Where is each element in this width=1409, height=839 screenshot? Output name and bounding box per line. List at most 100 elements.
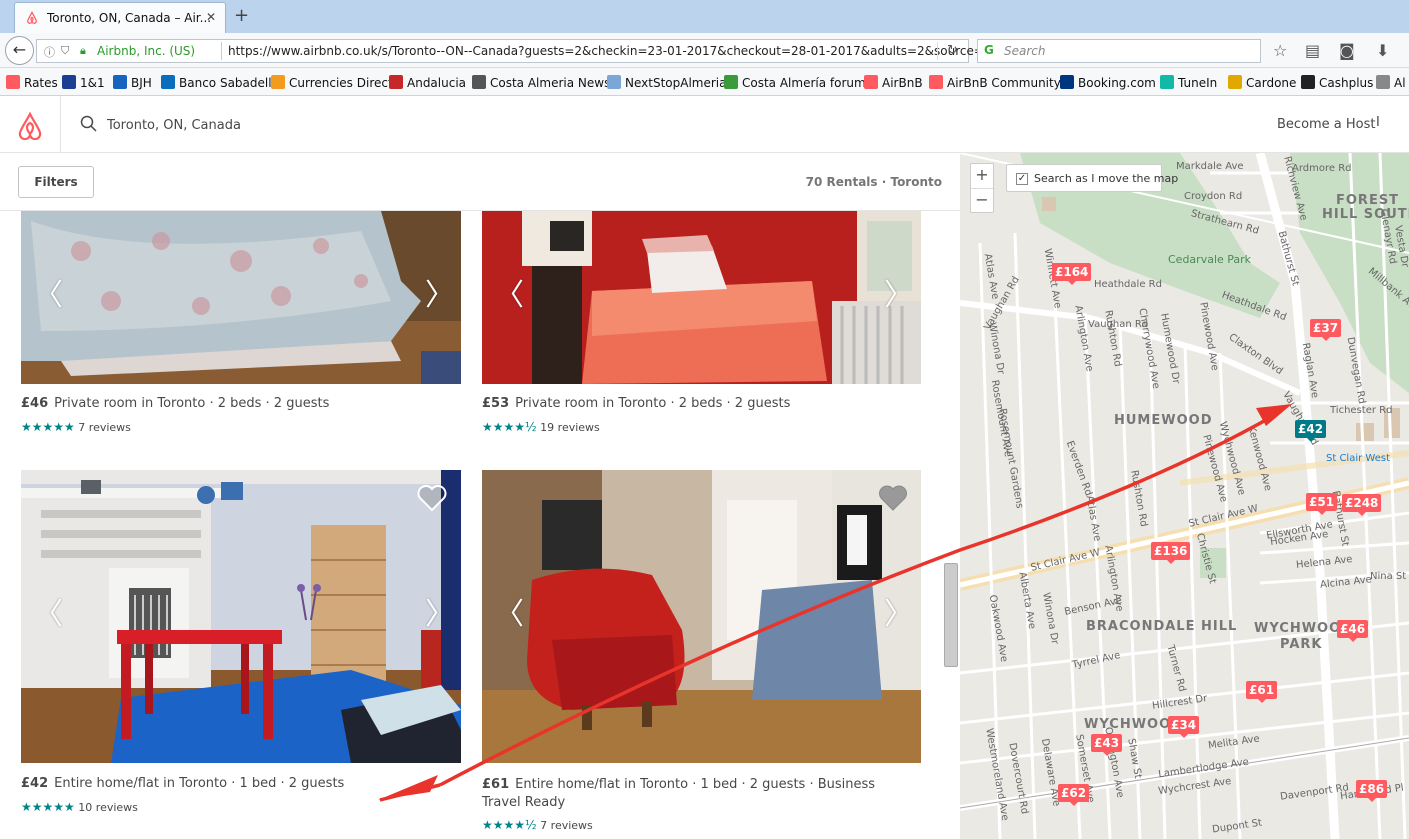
bookmark-star-icon[interactable]: ☆ xyxy=(1273,41,1287,60)
lock-icon[interactable]: 🔒︎ xyxy=(80,44,86,58)
review-count: 19 reviews xyxy=(540,421,600,434)
back-button[interactable]: ← xyxy=(5,36,34,65)
url-bar[interactable]: ⓘ ⛉ 🔒︎ Airbnb, Inc. (US) https://www.air… xyxy=(36,39,1031,63)
bookmark-favicon-icon xyxy=(1060,75,1074,89)
search-as-move-option[interactable]: ✓ Search as I move the map xyxy=(1006,164,1178,192)
next-photo-icon[interactable]: 〉 xyxy=(884,281,914,311)
bookmark-label: Andalucia xyxy=(407,76,467,90)
bookmark-label: Booking.com xyxy=(1078,76,1156,90)
price-pin[interactable]: £164 xyxy=(1052,263,1092,285)
bookmark-favicon-icon xyxy=(1376,75,1390,89)
bookmark-item[interactable]: Cashplus xyxy=(1301,75,1373,90)
star-rating-icon: ★★★★★ xyxy=(21,420,75,434)
road-label: Tichester Rd xyxy=(1330,405,1393,416)
price-pin[interactable]: £248 xyxy=(1342,494,1382,516)
area-label: BRACONDALE HILL xyxy=(1086,619,1238,634)
prev-photo-icon[interactable]: 〈 xyxy=(494,600,524,630)
listing-title[interactable]: £46 Private room in Toronto · 2 beds · 2 … xyxy=(21,396,329,411)
bookmark-favicon-icon xyxy=(472,75,486,89)
scrollbar-thumb[interactable] xyxy=(944,563,958,667)
bookmark-label: Costa Almería forum xyxy=(742,76,866,90)
bookmark-favicon-icon xyxy=(113,75,127,89)
bookmark-label: Cardone xyxy=(1246,76,1297,90)
next-photo-icon[interactable]: 〉 xyxy=(425,600,455,630)
bookmark-item[interactable]: 1&1 xyxy=(62,75,105,90)
location-search-input[interactable]: Toronto, ON, Canada xyxy=(107,118,241,133)
browser-search-box[interactable]: G Search xyxy=(977,39,1261,63)
bookmark-favicon-icon xyxy=(271,75,285,89)
price-pin[interactable]: £62 xyxy=(1058,784,1090,806)
bookmark-item[interactable]: Banco Sabadell xyxy=(161,75,272,90)
bookmark-item[interactable]: BJH xyxy=(113,75,152,90)
airbnb-logo-icon[interactable] xyxy=(17,111,43,144)
bookmark-item[interactable]: TuneIn xyxy=(1160,75,1217,90)
bookmark-item[interactable]: Currencies Direct xyxy=(271,75,393,90)
bookmark-item[interactable]: NextStopAlmeria xyxy=(607,75,726,90)
price-pin[interactable]: £46 xyxy=(1337,620,1369,642)
prev-photo-icon[interactable]: 〈 xyxy=(33,281,63,311)
listing-title[interactable]: £53 Private room in Toronto · 2 beds · 2 … xyxy=(482,396,790,411)
bookmark-favicon-icon xyxy=(929,75,943,89)
search-icon[interactable] xyxy=(80,115,98,137)
bookmark-favicon-icon xyxy=(724,75,738,89)
prev-photo-icon[interactable]: 〈 xyxy=(494,281,524,311)
price-pin[interactable]: £86 xyxy=(1356,780,1388,802)
bookmark-item[interactable]: AirBnB xyxy=(864,75,923,90)
filters-button[interactable]: Filters xyxy=(18,166,94,198)
pocket-icon[interactable]: ◙ xyxy=(1339,41,1355,60)
listing-photo[interactable]: 〈 〉 xyxy=(21,470,461,763)
bookmark-item[interactable]: Booking.com xyxy=(1060,75,1156,90)
listing-title[interactable]: £61 Entire home/flat in Toronto · 1 bed ·… xyxy=(482,776,902,812)
bookmark-item[interactable]: Al xyxy=(1376,75,1406,90)
price-pin[interactable]: £43 xyxy=(1091,734,1123,756)
price-pin[interactable]: £136 xyxy=(1151,542,1191,564)
next-photo-icon[interactable]: 〉 xyxy=(884,600,914,630)
bookmark-item[interactable]: Costa Almería forum xyxy=(724,75,866,90)
listing-rating: ★★★★½ 19 reviews xyxy=(482,420,600,434)
area-label: HUMEWOOD xyxy=(1114,413,1213,428)
price-pin-selected[interactable]: £42 xyxy=(1295,420,1327,442)
listing-photo[interactable]: 〈 〉 xyxy=(21,211,461,384)
bookmark-item[interactable]: Costa Almeria News xyxy=(472,75,610,90)
info-icon[interactable]: ⓘ xyxy=(44,44,55,60)
wishlist-heart-icon[interactable] xyxy=(417,484,447,512)
search-as-move-checkbox[interactable]: ✓ xyxy=(1016,173,1028,185)
map-view[interactable]: + − ✓ Search as I move the map Markdale … xyxy=(960,153,1409,839)
reload-icon[interactable]: ↻ xyxy=(947,43,958,58)
shield-icon[interactable]: ⛉ xyxy=(61,44,69,58)
bookmark-item[interactable]: Rates xyxy=(6,75,58,90)
price-pin[interactable]: £37 xyxy=(1310,319,1342,341)
wishlist-heart-icon[interactable] xyxy=(878,484,908,512)
download-icon[interactable]: ⬇ xyxy=(1376,41,1389,60)
search-engine-icon[interactable]: G xyxy=(984,43,994,57)
bookmark-item[interactable]: AirBnB Community xyxy=(929,75,1061,90)
become-host-link[interactable]: Become a Host xyxy=(1277,117,1376,132)
listing-price: £42 xyxy=(21,776,49,791)
prev-photo-icon[interactable]: 〈 xyxy=(33,600,63,630)
zoom-out-button[interactable]: − xyxy=(971,188,993,212)
reading-list-icon[interactable]: ▤ xyxy=(1305,41,1320,60)
price-pin[interactable]: £61 xyxy=(1246,681,1278,703)
zoom-in-button[interactable]: + xyxy=(971,164,993,188)
tab-close-icon[interactable]: ✕ xyxy=(206,10,216,24)
price-pin[interactable]: £34 xyxy=(1168,716,1200,738)
url-text[interactable]: https://www.airbnb.co.uk/s/Toronto--ON--… xyxy=(228,44,1031,58)
next-photo-icon[interactable]: 〉 xyxy=(425,281,455,311)
road-label: Nina St xyxy=(1370,571,1407,582)
bookmark-item[interactable]: Cardone xyxy=(1228,75,1296,90)
price-pin[interactable]: £51 xyxy=(1306,493,1338,515)
new-tab-button[interactable]: + xyxy=(234,5,249,26)
listing-photo[interactable]: 〈 〉 xyxy=(482,470,921,763)
screen: Toronto, ON, Canada – Air... ✕ + ← ⓘ ⛉ 🔒… xyxy=(0,0,1409,839)
listing-photo[interactable]: 〈 〉 xyxy=(482,211,921,384)
airbnb-favicon-icon xyxy=(25,10,39,28)
browser-tab[interactable]: Toronto, ON, Canada – Air... ✕ xyxy=(14,2,226,33)
header-more-link[interactable]: I xyxy=(1376,115,1380,130)
listing-title[interactable]: £42 Entire home/flat in Toronto · 1 bed ·… xyxy=(21,776,344,791)
bookmark-label: AirBnB xyxy=(882,76,923,90)
bookmark-item[interactable]: Andalucia xyxy=(389,75,466,90)
site-identity[interactable]: Airbnb, Inc. (US) xyxy=(97,44,195,58)
station-label: St Clair West xyxy=(1326,453,1390,464)
bookmark-label: BJH xyxy=(131,76,152,90)
star-rating-icon: ★★★★½ xyxy=(482,420,537,434)
